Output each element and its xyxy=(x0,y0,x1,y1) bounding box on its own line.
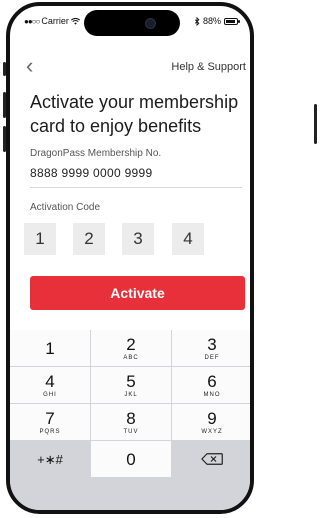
battery-percent: 88% xyxy=(202,16,221,26)
key-letters: GHI xyxy=(43,392,57,398)
divider xyxy=(30,187,242,188)
battery-icon xyxy=(224,17,240,25)
activation-code-label: Activation Code xyxy=(30,202,101,213)
membership-label: DragonPass Membership No. xyxy=(30,148,162,159)
key-letters: PQRS xyxy=(39,429,61,435)
activation-code-digit-4[interactable]: 4 xyxy=(172,223,204,255)
key-0[interactable]: 0 xyxy=(91,441,171,477)
key-digit: 3 xyxy=(207,335,217,354)
activation-code-digit-3[interactable]: 3 xyxy=(122,223,154,255)
status-right: 88% xyxy=(194,16,240,26)
key-letters: MNO xyxy=(203,392,221,398)
key-9[interactable]: 9 WXYZ xyxy=(172,404,250,440)
key-5[interactable]: 5 JKL xyxy=(91,367,171,403)
nav-bar: ‹ Help & Support xyxy=(10,55,250,78)
key-digit: 0 xyxy=(126,450,136,469)
key-letters: JKL xyxy=(124,392,138,398)
key-digit: 4 xyxy=(45,372,55,391)
key-8[interactable]: 8 TUV xyxy=(91,404,171,440)
key-letters: TUV xyxy=(123,429,139,435)
key-2[interactable]: 2 ABC xyxy=(91,330,171,366)
carrier-info: ●●○○ Carrier xyxy=(24,16,80,26)
key-backspace[interactable] xyxy=(172,441,250,477)
front-camera-icon xyxy=(145,18,156,29)
key-digit: +∗# xyxy=(37,452,63,467)
activate-button[interactable]: Activate xyxy=(30,276,245,310)
key-digit: 6 xyxy=(207,372,217,391)
key-digit: 9 xyxy=(207,409,217,428)
phone-frame: ●●○○ Carrier 88% ‹ Help & Support Activa… xyxy=(6,2,254,514)
key-symbols[interactable]: +∗# xyxy=(10,441,90,477)
membership-number-field[interactable]: 8888 9999 0000 9999 xyxy=(30,166,152,180)
activation-code-digit-1[interactable]: 1 xyxy=(24,223,56,255)
carrier-name: Carrier xyxy=(41,16,69,26)
key-letters: ABC xyxy=(123,355,139,361)
key-letters: DEF xyxy=(204,355,220,361)
backspace-icon xyxy=(201,453,223,465)
status-bar: ●●○○ Carrier 88% xyxy=(10,6,250,40)
help-support-link[interactable]: Help & Support xyxy=(171,61,246,73)
key-6[interactable]: 6 MNO xyxy=(172,367,250,403)
key-digit: 5 xyxy=(126,372,136,391)
numeric-keypad: 1 2 ABC 3 DEF 4 GHI 5 JKL 6 MNO 7 PQRS 8… xyxy=(10,330,250,510)
key-7[interactable]: 7 PQRS xyxy=(10,404,90,440)
key-1[interactable]: 1 xyxy=(10,330,90,366)
bluetooth-icon xyxy=(194,16,200,26)
key-digit: 8 xyxy=(126,409,136,428)
key-letters: WXYZ xyxy=(201,429,223,435)
power-button xyxy=(314,104,317,144)
key-digit: 2 xyxy=(126,335,136,354)
dynamic-island xyxy=(84,10,180,36)
page-title: Activate your membership card to enjoy b… xyxy=(30,92,239,136)
key-3[interactable]: 3 DEF xyxy=(172,330,250,366)
signal-dots-icon: ●●○○ xyxy=(24,16,40,26)
activation-code-digit-2[interactable]: 2 xyxy=(73,223,105,255)
key-digit: 1 xyxy=(45,339,55,358)
key-4[interactable]: 4 GHI xyxy=(10,367,90,403)
key-digit: 7 xyxy=(45,409,55,428)
wifi-icon xyxy=(70,17,80,25)
back-icon[interactable]: ‹ xyxy=(26,55,33,77)
